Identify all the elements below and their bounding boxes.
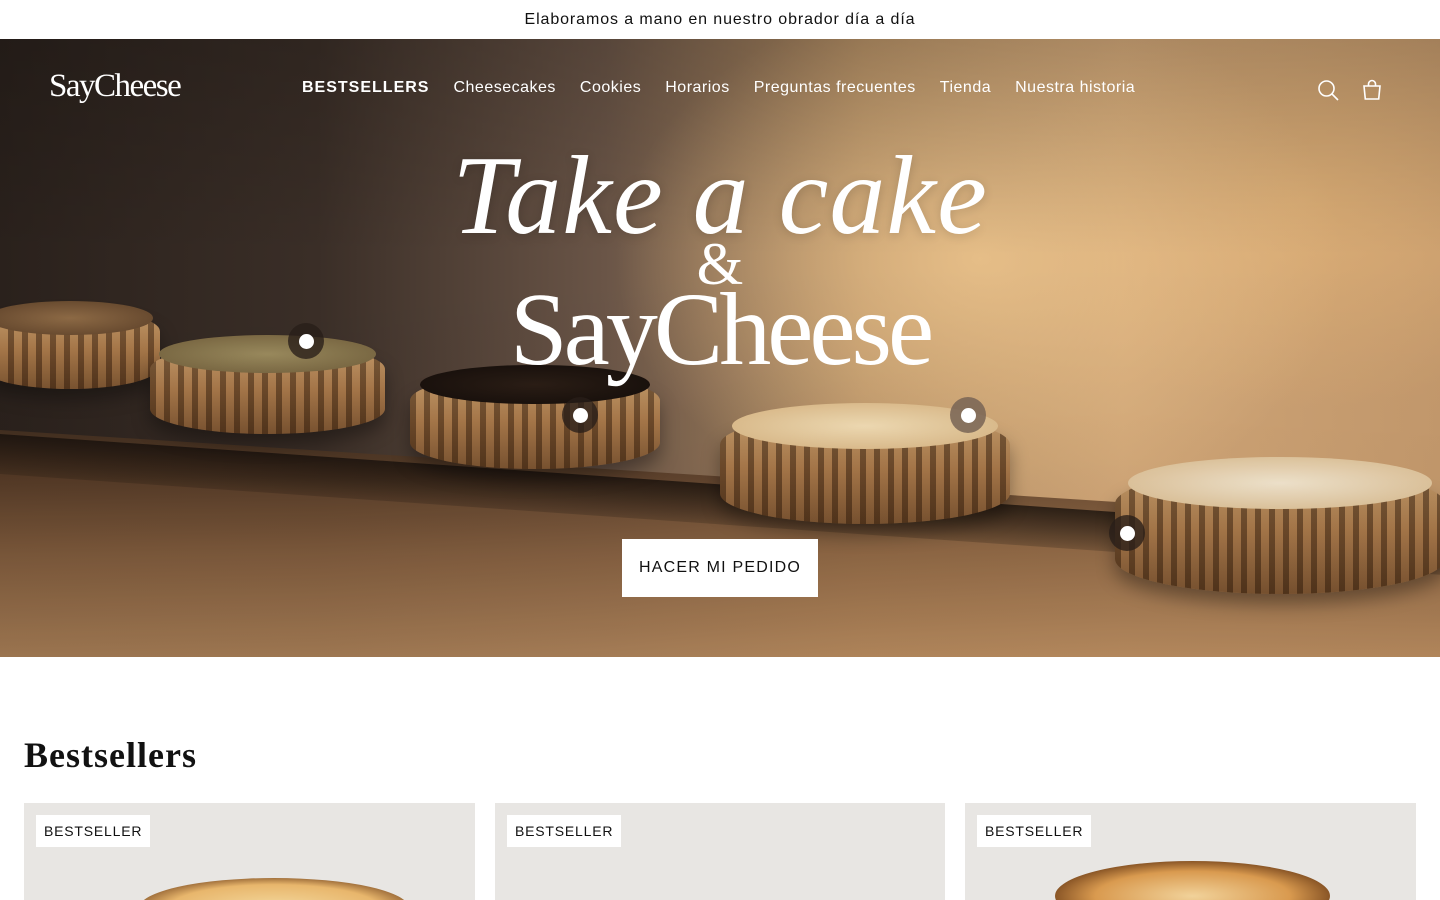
bestseller-badge: BESTSELLER	[36, 815, 151, 847]
hero-title-line2: SayCheese	[509, 272, 934, 387]
search-icon	[1318, 80, 1339, 101]
hotspot-dot	[1119, 525, 1135, 541]
hotspot-dot	[960, 407, 976, 423]
site-logo[interactable]: SayCheese	[49, 68, 182, 105]
product-card[interactable]: BESTSELLER	[965, 803, 1416, 900]
product-image	[139, 878, 409, 900]
nav-item-preguntas-frecuentes[interactable]: Preguntas frecuentes	[754, 79, 916, 97]
product-card[interactable]: BESTSELLER	[24, 803, 475, 900]
nav-item-cookies[interactable]: Cookies	[580, 79, 641, 97]
nav-item-tienda[interactable]: Tienda	[940, 79, 991, 97]
announcement-text: Elaboramos a mano en nuestro obrador día…	[524, 10, 916, 28]
main-navigation: BESTSELLERS Cheesecakes Cookies Horarios…	[302, 79, 1135, 97]
product-image	[1055, 861, 1330, 900]
section-title-bestsellers: Bestsellers	[24, 735, 197, 775]
hotspot-dot	[572, 407, 588, 423]
announcement-bar: Elaboramos a mano en nuestro obrador día…	[0, 0, 1440, 39]
shopping-bag-icon	[1363, 79, 1381, 100]
nav-item-horarios[interactable]: Horarios	[665, 79, 729, 97]
bestseller-badge: BESTSELLER	[977, 815, 1092, 847]
nav-item-cheesecakes[interactable]: Cheesecakes	[453, 79, 555, 97]
search-button[interactable]	[1316, 78, 1340, 102]
bestseller-badge: BESTSELLER	[507, 815, 622, 847]
cart-button[interactable]	[1360, 78, 1384, 102]
product-card[interactable]: BESTSELLER	[495, 803, 945, 900]
product-hotspot[interactable]	[1109, 515, 1145, 551]
order-button[interactable]: HACER MI PEDIDO	[622, 539, 818, 597]
product-hotspot[interactable]	[562, 397, 598, 433]
product-hotspot[interactable]	[950, 397, 986, 433]
nav-item-bestsellers[interactable]: BESTSELLERS	[302, 79, 429, 97]
nav-item-nuestra-historia[interactable]: Nuestra historia	[1015, 79, 1135, 97]
